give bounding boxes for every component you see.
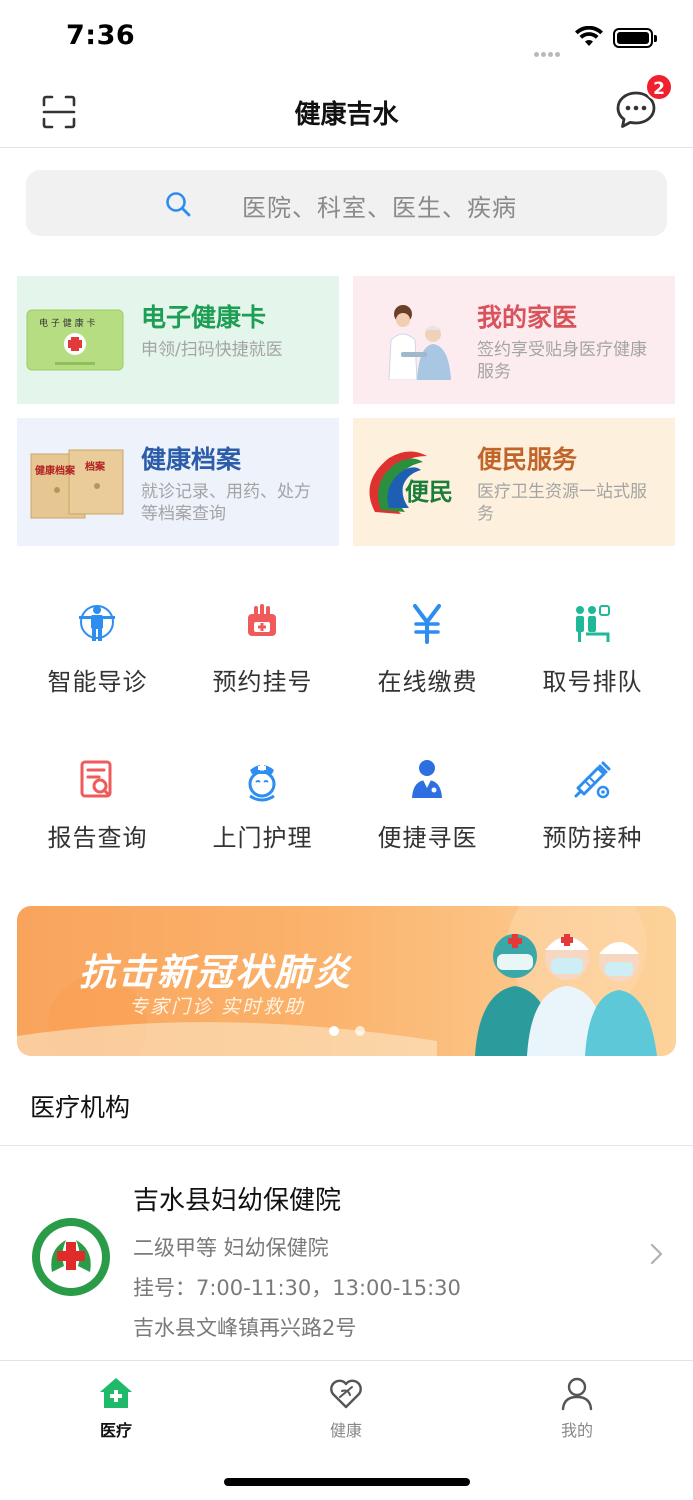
card-desc: 就诊记录、用药、处方等档案查询 [141,482,311,524]
doctor-icon [412,760,442,798]
card-desc: 签约享受贴身医疗健康服务 [477,340,647,382]
grid-home-nursing[interactable]: 上门护理 [180,758,345,878]
smart-guide-icon [79,605,115,641]
convenience-service-icon: 便民 [369,451,453,514]
hospital-name: 吉水县妇幼保健院 [133,1186,342,1216]
banner-subtitle: 专家门诊 实时救助 [129,996,306,1018]
yen-icon [413,604,441,644]
heart-icon [330,1379,362,1409]
message-badge: 2 [645,73,673,101]
banner-carousel[interactable]: 抗击新冠状肺炎 专家门诊 实时救助 [17,906,676,1056]
list-item-hospital[interactable]: 吉水县妇幼保健院 二级甲等 妇幼保健院 挂号：7:00-11:30，13:00-… [0,1146,693,1360]
tab-label: 医疗 [99,1421,132,1440]
hospital-address: 吉水县文峰镇再兴路2号 [133,1316,357,1340]
nurse-icon [248,764,276,802]
grid-online-payment[interactable]: 在线缴费 [345,602,510,722]
card-desc: 申领/扫码快捷就医 [141,340,283,360]
grid-smart-guide[interactable]: 智能导诊 [15,602,180,722]
status-time: 7:36 [66,20,136,51]
nav-bar: 健康吉水 [0,76,693,148]
queue-icon [576,605,610,642]
cellular-signal-icon [534,42,568,57]
home-indicator [224,1478,470,1486]
tab-label: 健康 [329,1421,362,1440]
card-desc: 医疗卫生资源一站式服务 [477,482,647,524]
carousel-dot[interactable] [355,1026,365,1036]
search-input[interactable]: 医院、科室、医生、疾病 [26,170,667,236]
health-card-icon: 电 子 健 康 卡 [26,309,124,371]
page-title: 健康吉水 [294,100,399,130]
tab-health[interactable]: 健康 [286,1375,406,1445]
card-title: 电子健康卡 [141,303,267,332]
battery-icon [613,28,657,48]
card-convenience-service[interactable]: 便民 便民服务 医疗卫生资源一站式服务 [353,418,675,546]
vaccine-icon [574,761,611,799]
grid-report-query[interactable]: 报告查询 [15,758,180,878]
tab-mine[interactable]: 我的 [517,1375,637,1445]
grid-label: 便捷寻医 [377,824,478,852]
grid-label: 预约挂号 [212,668,313,696]
section-title: 医疗机构 [30,1093,131,1122]
grid-queue[interactable]: 取号排队 [510,602,675,722]
svg-text:档案: 档案 [84,460,106,473]
grid-vaccination[interactable]: 预防接种 [510,758,675,878]
grid-label: 预防接种 [542,824,643,852]
card-title: 便民服务 [477,445,578,474]
hospital-hours: 挂号：7:00-11:30，13:00-15:30 [133,1276,461,1300]
search-placeholder: 医院、科室、医生、疾病 [242,194,517,222]
card-e-health-card[interactable]: 电 子 健 康 卡 电子健康卡 申领/扫码快捷就医 [17,276,339,404]
family-doctor-icon [388,305,451,380]
grid-label: 在线缴费 [377,668,478,696]
user-icon [561,1377,593,1411]
grid-find-doctor[interactable]: 便捷寻医 [345,758,510,878]
health-archive-icon: 健康档案 档案 [30,449,124,519]
card-title: 健康档案 [141,445,242,474]
card-title: 我的家医 [477,303,578,332]
grid-label: 智能导诊 [47,668,148,696]
svg-text:健康档案: 健康档案 [35,464,76,477]
svg-text:电 子 健 康 卡: 电 子 健 康 卡 [39,317,95,329]
report-icon [80,760,112,798]
grid-label: 上门护理 [212,824,313,852]
hospital-logo [32,1218,110,1296]
card-family-doctor[interactable]: 我的家医 签约享受贴身医疗健康服务 [353,276,675,404]
banner-title: 抗击新冠状肺炎 [79,951,352,994]
tab-medical[interactable]: 医疗 [56,1375,176,1445]
grid-label: 报告查询 [47,824,148,852]
medical-staff-illustration [475,934,657,1056]
hospital-level: 二级甲等 妇幼保健院 [133,1236,329,1260]
appointment-icon [248,604,276,636]
tab-label: 我的 [560,1421,593,1440]
grid-appointment[interactable]: 预约挂号 [180,602,345,722]
home-plus-icon [100,1378,132,1408]
grid-label: 取号排队 [542,668,643,696]
chevron-right-icon [650,1243,663,1265]
card-health-archive[interactable]: 健康档案 档案 健康档案 就诊记录、用药、处方等档案查询 [17,418,339,546]
wifi-icon [575,26,603,46]
carousel-dot[interactable] [329,1026,339,1036]
status-bar: 7:36 [0,0,693,76]
svg-text:便民: 便民 [405,478,453,506]
search-icon [166,192,191,217]
